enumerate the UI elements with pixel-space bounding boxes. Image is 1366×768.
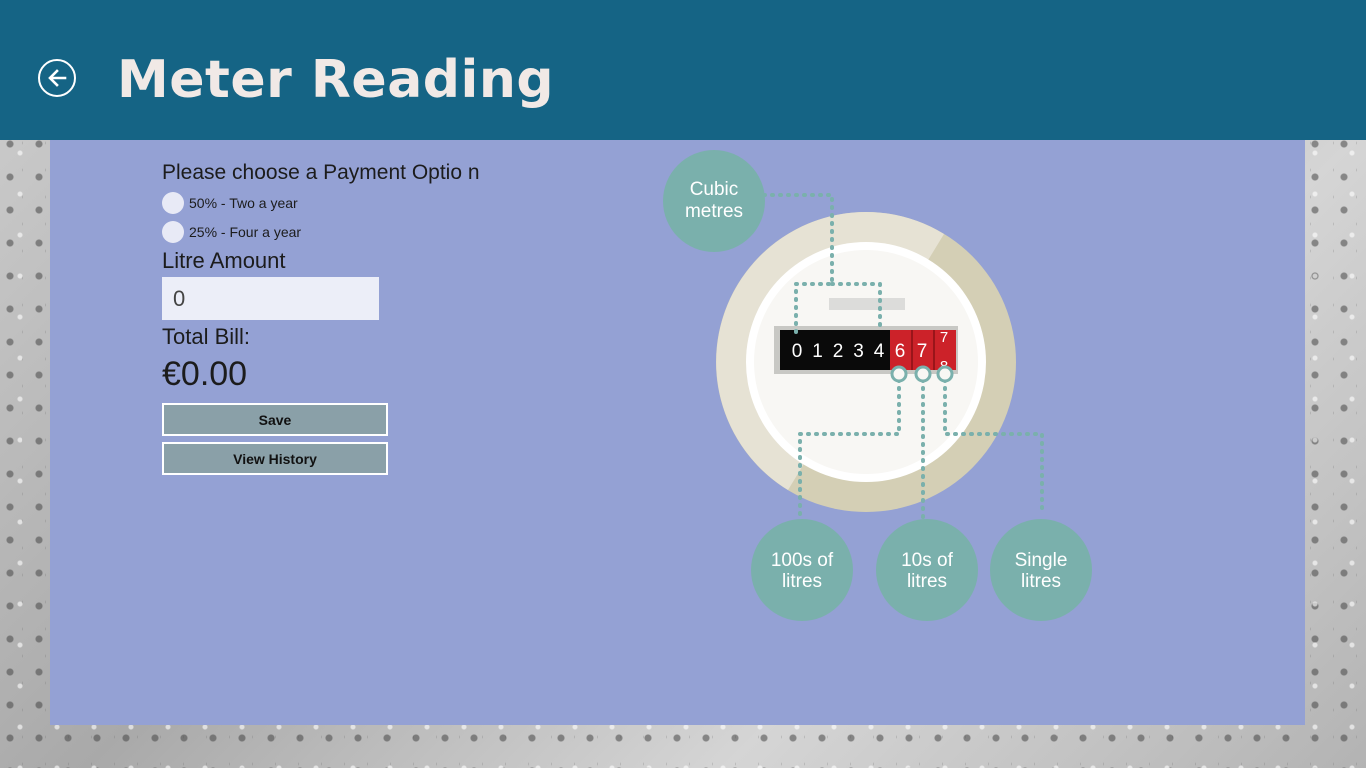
back-arrow-icon <box>48 69 67 87</box>
radio-button[interactable] <box>162 220 184 243</box>
meter-diagram: 012346778 Cubic metres 100s of litres 10… <box>663 150 1092 621</box>
bubble-tens-line2: litres <box>907 571 947 592</box>
save-button[interactable]: Save <box>162 403 388 436</box>
connector-ring <box>890 365 908 383</box>
radio-label: 25% - Four a year <box>189 223 302 240</box>
page-title: Meter Reading <box>117 50 555 110</box>
total-bill-value: €0.00 <box>162 355 248 393</box>
back-button[interactable] <box>38 59 76 97</box>
counter-digit: 7 <box>917 341 928 362</box>
meter-reading-form: Please choose a Payment Optio n 50% - Tw… <box>162 158 592 481</box>
connector-ring <box>936 365 954 383</box>
counter-digit: 0 <box>792 341 803 362</box>
litre-amount-label: Litre Amount <box>162 248 286 273</box>
total-bill-label: Total Bill: <box>162 324 251 349</box>
counter-digit: 2 <box>833 341 844 362</box>
connector-ring <box>914 365 932 383</box>
bubble-cubic-line2: metres <box>685 201 743 222</box>
payment-option-prompt: Please choose a Payment Optio n <box>162 161 480 184</box>
radio-label: 50% - Two a year <box>189 194 298 211</box>
bubble-hundreds-line2: litres <box>782 571 822 592</box>
counter-digit: 6 <box>895 341 906 362</box>
payment-option-four-a-year[interactable]: 25% - Four a year <box>162 217 592 246</box>
bubble-single-line2: litres <box>1021 571 1061 592</box>
counter-digit: 7 <box>940 329 948 346</box>
counter-digit: 3 <box>853 341 864 362</box>
counter-digit: 4 <box>874 341 885 362</box>
connector-rings <box>890 365 954 383</box>
app-header: Meter Reading <box>0 0 1366 140</box>
counter-digit: 1 <box>812 341 823 362</box>
view-history-button[interactable]: View History <box>162 442 388 475</box>
bubble-hundreds-line1: 100s of <box>771 550 834 571</box>
dial-slot <box>829 298 905 310</box>
bubble-tens-line1: 10s of <box>901 550 953 571</box>
litre-amount-input[interactable] <box>162 277 379 320</box>
payment-option-two-a-year[interactable]: 50% - Two a year <box>162 188 592 217</box>
bubble-cubic-line1: Cubic <box>690 179 739 200</box>
radio-button[interactable] <box>162 191 184 214</box>
bubble-single-line1: Single <box>1015 550 1068 571</box>
